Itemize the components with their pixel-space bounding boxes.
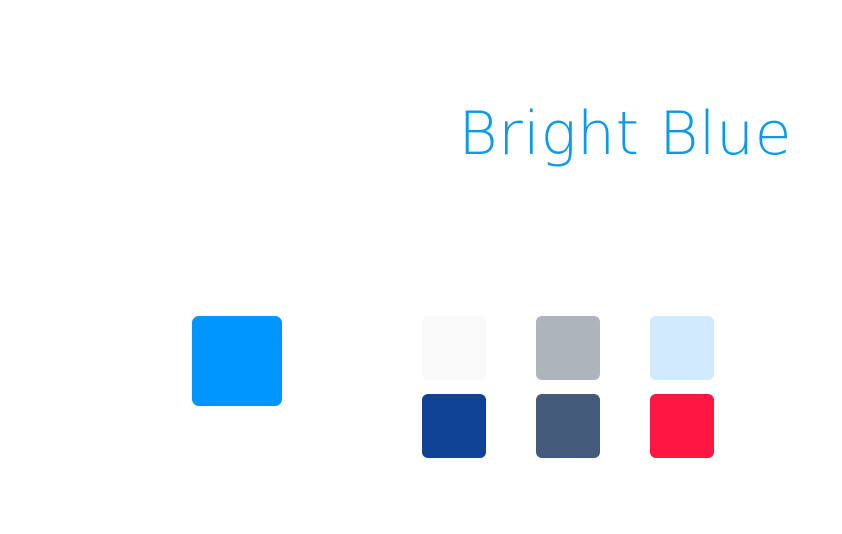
swatch-red	[650, 394, 714, 458]
primary-color-swatch	[192, 316, 282, 406]
swatch-light-blue	[650, 316, 714, 380]
secondary-swatch-grid	[422, 316, 714, 458]
swatch-gray	[536, 316, 600, 380]
swatch-light-gray	[422, 316, 486, 380]
swatch-slate-blue	[536, 394, 600, 458]
palette-title: Bright Blue	[458, 99, 792, 169]
swatch-navy-blue	[422, 394, 486, 458]
